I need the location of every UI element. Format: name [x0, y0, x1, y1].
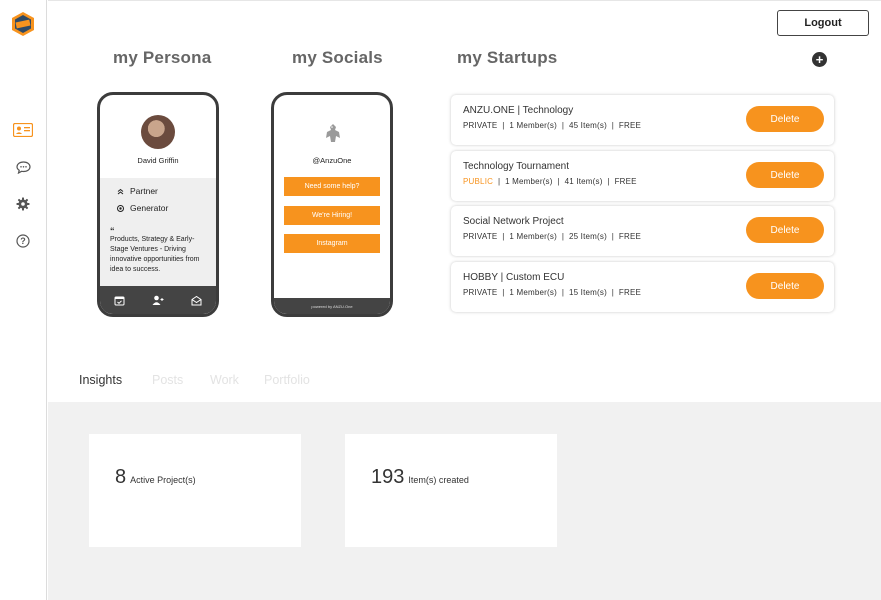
items-count: 41 Item(s) — [564, 177, 603, 186]
instagram-link-button[interactable]: Instagram — [284, 234, 380, 253]
powered-by-footer: powered by ANZU.One — [274, 298, 390, 314]
startup-title: HOBBY | Custom ECU — [463, 272, 565, 283]
stat-card-active-projects: 8 Active Project(s) — [89, 434, 301, 547]
startup-title: Social Network Project — [463, 216, 564, 227]
startup-title: Technology Tournament — [463, 161, 569, 172]
role-label: Generator — [130, 203, 169, 213]
stat-value: 193 — [371, 466, 405, 488]
tab-work[interactable]: Work — [210, 373, 239, 387]
anzu-logo[interactable] — [10, 11, 36, 37]
role-generator: Generator — [117, 203, 168, 213]
startup-card[interactable]: ANZU.ONE | Technology PRIVATE | 1 Member… — [451, 95, 834, 145]
id-card-icon[interactable] — [13, 121, 33, 139]
add-user-icon[interactable] — [152, 294, 164, 306]
target-icon — [117, 204, 124, 212]
avatar — [141, 115, 175, 149]
plan-label: FREE — [614, 177, 637, 186]
stat-value-row: 8 Active Project(s) — [115, 466, 196, 489]
startup-meta: PRIVATE | 1 Member(s) | 25 Item(s) | FRE… — [463, 232, 642, 241]
members-count: 1 Member(s) — [509, 232, 557, 241]
startups-section-title: my Startups — [457, 48, 558, 67]
anzu-mascot-icon — [323, 122, 343, 144]
visibility-label: PUBLIC — [463, 177, 494, 186]
startup-meta: PRIVATE | 1 Member(s) | 45 Item(s) | FRE… — [463, 121, 642, 130]
delete-startup-button[interactable]: Delete — [746, 217, 824, 243]
startup-card[interactable]: HOBBY | Custom ECU PRIVATE | 1 Member(s)… — [451, 262, 834, 312]
delete-startup-button[interactable]: Delete — [746, 106, 824, 132]
gear-icon[interactable] — [13, 195, 33, 213]
members-count: 1 Member(s) — [509, 288, 557, 297]
stat-label: Item(s) created — [408, 475, 469, 485]
logout-button[interactable]: Logout — [777, 10, 869, 36]
socials-phone-preview: @AnzuOne Need some help? We're Hiring! I… — [271, 92, 393, 317]
role-label: Partner — [130, 186, 158, 196]
mail-open-icon[interactable] — [191, 294, 203, 306]
startup-title: ANZU.ONE | Technology — [463, 105, 574, 116]
plan-label: FREE — [618, 288, 642, 297]
top-border — [48, 0, 881, 1]
startup-card[interactable]: Technology Tournament PUBLIC | 1 Member(… — [451, 151, 834, 201]
plus-circle-icon[interactable]: + — [812, 52, 827, 67]
members-count: 1 Member(s) — [505, 177, 553, 186]
persona-bio: Products, Strategy & Early-Stage Venture… — [110, 236, 200, 273]
stat-label: Active Project(s) — [130, 475, 196, 485]
stat-value-row: 193 Item(s) created — [371, 466, 469, 489]
delete-startup-button[interactable]: Delete — [746, 273, 824, 299]
calendar-check-icon[interactable] — [113, 294, 125, 306]
startup-card[interactable]: Social Network Project PRIVATE | 1 Membe… — [451, 206, 834, 256]
delete-startup-button[interactable]: Delete — [746, 162, 824, 188]
insights-panel: 8 Active Project(s) 193 Item(s) created — [48, 402, 881, 600]
phone-footer-nav — [100, 286, 216, 314]
sidebar: ? — [0, 0, 47, 600]
main-content: Logout my Persona my Socials my Startups… — [48, 0, 881, 600]
svg-text:?: ? — [20, 236, 26, 246]
social-handle: @AnzuOne — [312, 156, 352, 165]
tab-portfolio[interactable]: Portfolio — [264, 373, 310, 387]
persona-phone-preview: David Griffin Partner Generator “ Produc… — [97, 92, 219, 317]
members-count: 1 Member(s) — [509, 121, 557, 130]
visibility-label: PRIVATE — [463, 121, 498, 130]
persona-section-title: my Persona — [113, 48, 212, 67]
items-count: 15 Item(s) — [568, 288, 607, 297]
chat-bubble-icon[interactable] — [13, 158, 33, 176]
startup-meta: PUBLIC | 1 Member(s) | 41 Item(s) | FREE — [463, 177, 637, 186]
items-count: 45 Item(s) — [568, 121, 607, 130]
persona-name: David Griffin — [137, 156, 179, 165]
startup-meta: PRIVATE | 1 Member(s) | 15 Item(s) | FRE… — [463, 288, 642, 297]
role-partner: Partner — [117, 186, 158, 196]
stat-card-items-created: 193 Item(s) created — [345, 434, 557, 547]
help-link-button[interactable]: Need some help? — [284, 177, 380, 196]
visibility-label: PRIVATE — [463, 232, 498, 241]
plan-label: FREE — [618, 232, 642, 241]
plan-label: FREE — [618, 121, 642, 130]
tab-insights[interactable]: Insights — [79, 373, 122, 387]
help-circle-icon[interactable]: ? — [13, 232, 33, 250]
hiring-link-button[interactable]: We're Hiring! — [284, 206, 380, 225]
tab-posts[interactable]: Posts — [152, 373, 183, 387]
visibility-label: PRIVATE — [463, 288, 498, 297]
chevrons-up-icon — [117, 188, 124, 194]
items-count: 25 Item(s) — [568, 232, 607, 241]
stat-value: 8 — [115, 466, 127, 488]
socials-section-title: my Socials — [292, 48, 383, 67]
